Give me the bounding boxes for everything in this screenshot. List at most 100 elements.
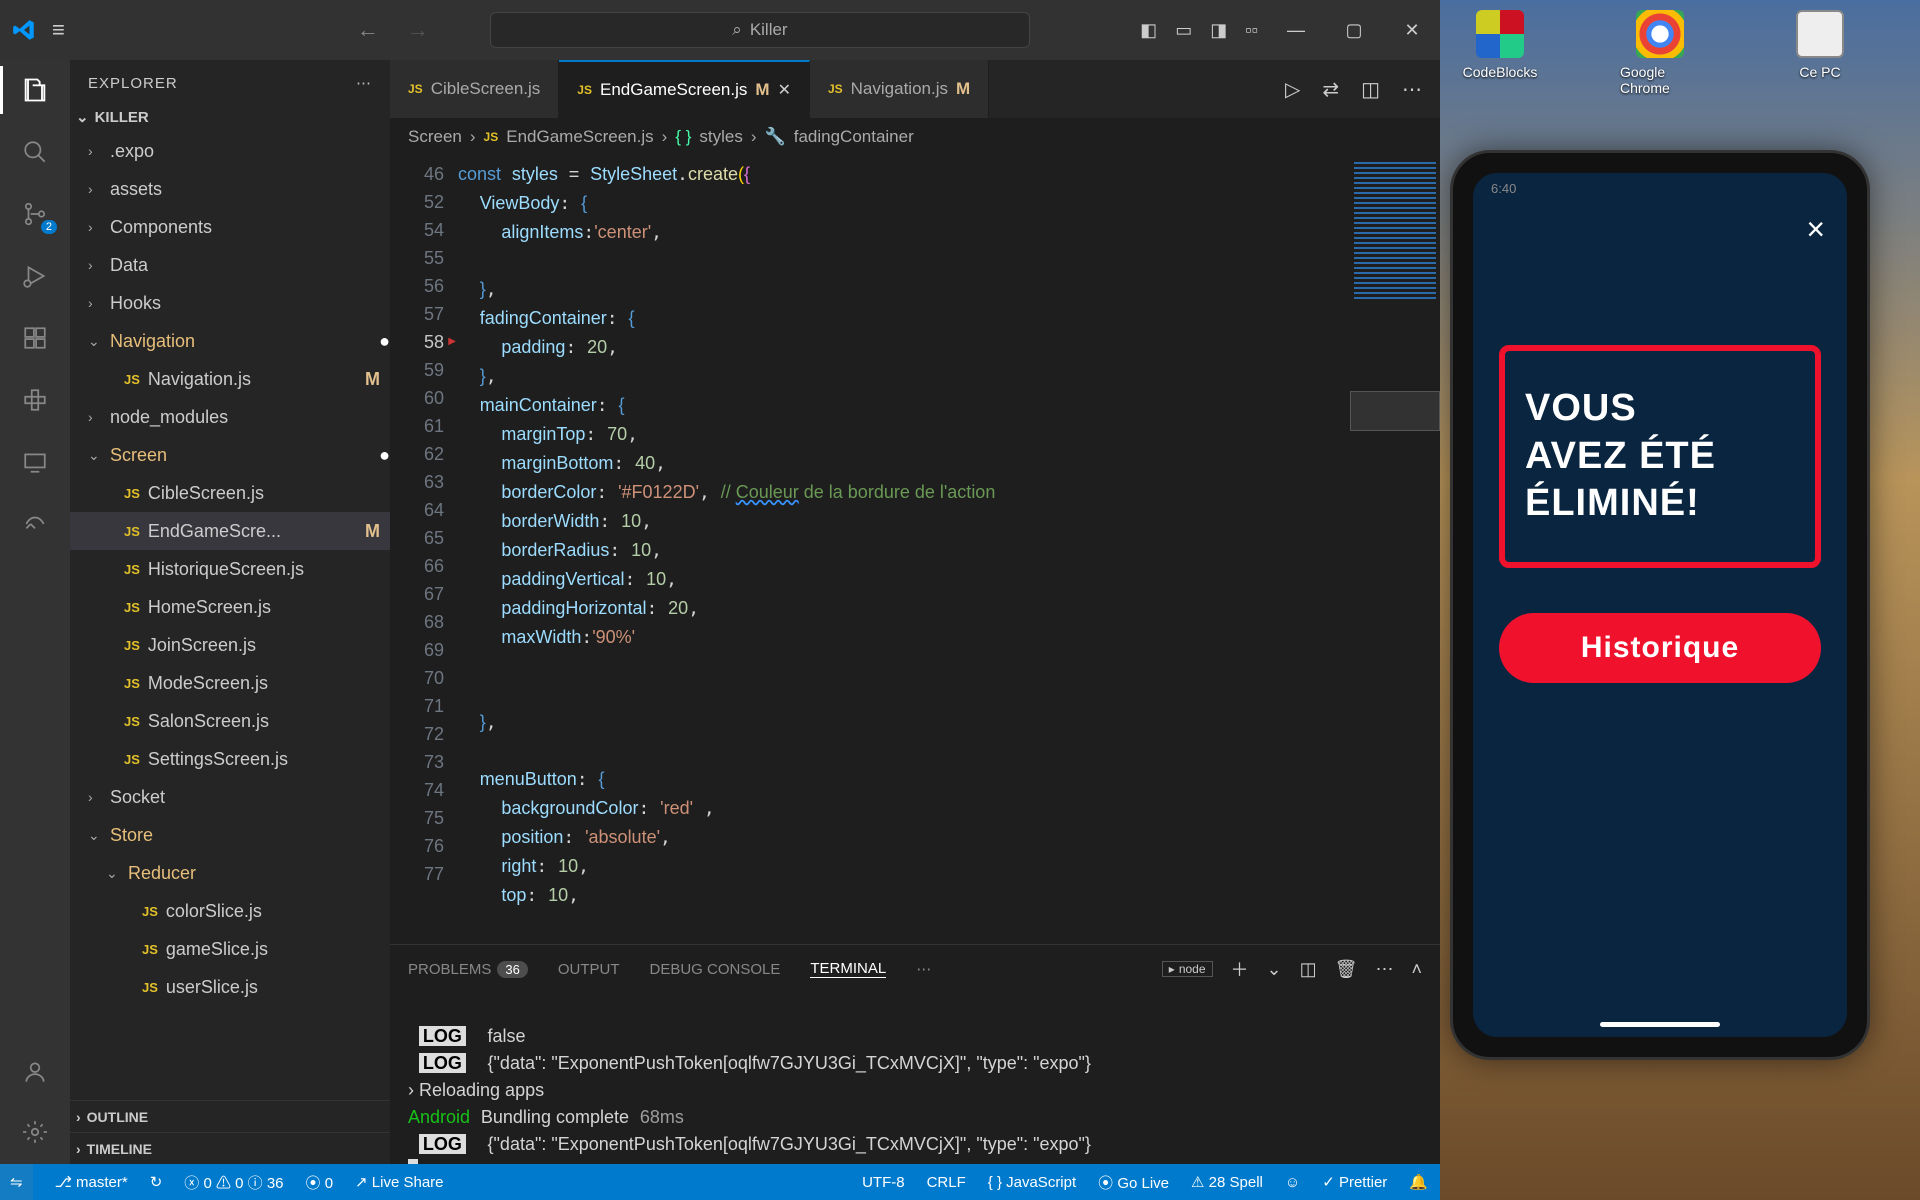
- eol[interactable]: CRLF: [927, 1174, 966, 1191]
- maximize-button[interactable]: ▢: [1334, 20, 1374, 41]
- file-item[interactable]: JSHomeScreen.js: [70, 588, 390, 626]
- breadcrumb-item[interactable]: styles: [699, 127, 742, 147]
- trash-icon[interactable]: 🗑: [1335, 959, 1358, 980]
- chevron-up-icon[interactable]: ˄: [1411, 959, 1422, 980]
- historique-button[interactable]: Historique: [1499, 613, 1821, 683]
- folder-item[interactable]: ⌄Reducer: [70, 854, 390, 892]
- breadcrumbs[interactable]: Screen› JS EndGameScreen.js› { } styles›…: [390, 118, 1440, 156]
- nav-back-icon[interactable]: ←: [357, 17, 379, 43]
- debug-icon[interactable]: [19, 260, 51, 292]
- split-editor-icon[interactable]: ◫: [1361, 77, 1380, 102]
- folder-item[interactable]: ⌄Screen●: [70, 436, 390, 474]
- nav-forward-icon[interactable]: →: [407, 17, 429, 43]
- vscode-window: ≡ ← → ⌕ Killer ◧ ▭ ◨ ▫▫ — ▢ ✕ 2: [0, 0, 1440, 1200]
- terminal[interactable]: LOG false LOG {"data": "ExponentPushToke…: [390, 993, 1440, 1164]
- new-terminal-icon[interactable]: ＋: [1231, 956, 1249, 982]
- tab-problems[interactable]: PROBLEMS36: [408, 961, 528, 978]
- account-icon[interactable]: [19, 1056, 51, 1088]
- code-editor[interactable]: const styles = StyleSheet.create({ ViewB…: [458, 156, 1350, 944]
- file-item[interactable]: JSNavigation.jsM: [70, 360, 390, 398]
- file-item[interactable]: JSHistoriqueScreen.js: [70, 550, 390, 588]
- folder-item[interactable]: ›Hooks: [70, 284, 390, 322]
- file-item[interactable]: JSgameSlice.js: [70, 930, 390, 968]
- timeline-section[interactable]: ›TIMELINE: [70, 1132, 390, 1164]
- phone-screen: 6:40 × Vous Avez été éliminé! Historique: [1473, 173, 1847, 1037]
- file-item[interactable]: JSSettingsScreen.js: [70, 740, 390, 778]
- encoding[interactable]: UTF-8: [862, 1174, 905, 1191]
- folder-item[interactable]: ›Data: [70, 246, 390, 284]
- sync-icon[interactable]: ↻: [150, 1173, 163, 1191]
- file-item[interactable]: JSSalonScreen.js: [70, 702, 390, 740]
- explorer-icon[interactable]: [19, 74, 51, 106]
- breadcrumb-item[interactable]: fadingContainer: [794, 127, 914, 147]
- python-icon[interactable]: [19, 384, 51, 416]
- more-icon[interactable]: ⋯: [1375, 959, 1393, 980]
- folder-item[interactable]: ⌄Store: [70, 816, 390, 854]
- file-item[interactable]: JScolorSlice.js: [70, 892, 390, 930]
- layout-panel-icon[interactable]: ▭: [1175, 20, 1192, 41]
- desktop-icon-pc[interactable]: Ce PC: [1780, 10, 1860, 96]
- minimize-button[interactable]: —: [1276, 20, 1316, 41]
- explorer-root[interactable]: ⌄KILLER: [70, 102, 390, 132]
- folder-item[interactable]: ›Socket: [70, 778, 390, 816]
- folder-item[interactable]: ›Components: [70, 208, 390, 246]
- minimap[interactable]: [1350, 156, 1440, 944]
- desktop-icon-codeblocks[interactable]: CodeBlocks: [1460, 10, 1540, 96]
- file-item[interactable]: JSCibleScreen.js: [70, 474, 390, 512]
- editor-tab[interactable]: JSNavigation.jsM: [810, 60, 989, 118]
- folder-item[interactable]: ›node_modules: [70, 398, 390, 436]
- layout-primary-icon[interactable]: ◧: [1140, 20, 1157, 41]
- status-radio[interactable]: ⦿ 0: [306, 1172, 334, 1193]
- chevron-down-icon[interactable]: ⌄: [1267, 959, 1282, 980]
- home-handle[interactable]: [1600, 1022, 1720, 1027]
- settings-gear-icon[interactable]: [19, 1116, 51, 1148]
- file-item[interactable]: JSModeScreen.js: [70, 664, 390, 702]
- share-icon[interactable]: [19, 508, 51, 540]
- status-errors[interactable]: ⓧ 0 ⚠ 0 ⓘ 36: [184, 1172, 283, 1193]
- close-icon[interactable]: ✕: [778, 80, 791, 100]
- editor-tab[interactable]: JSEndGameScreen.jsM✕: [559, 60, 810, 118]
- folder-item[interactable]: ⌄Navigation●: [70, 322, 390, 360]
- notifications-icon[interactable]: 🔔: [1409, 1173, 1428, 1191]
- js-icon: JS: [408, 82, 423, 96]
- more-icon[interactable]: ⋯: [916, 960, 931, 978]
- file-item[interactable]: JSEndGameScre...M: [70, 512, 390, 550]
- close-icon[interactable]: ×: [1806, 211, 1825, 248]
- command-center[interactable]: ⌕ Killer: [490, 12, 1030, 48]
- remote-icon[interactable]: [19, 446, 51, 478]
- run-icon[interactable]: ▷: [1285, 77, 1300, 102]
- gutter[interactable]: 4652545556575859606162636465666768697071…: [390, 156, 458, 944]
- go-live[interactable]: ⦿ Go Live: [1098, 1172, 1169, 1193]
- more-icon[interactable]: ⋯: [356, 74, 372, 92]
- tab-terminal[interactable]: TERMINAL: [810, 960, 886, 978]
- editor-tab[interactable]: JSCibleScreen.js: [390, 60, 559, 118]
- source-control-icon[interactable]: 2: [19, 198, 51, 230]
- tab-output[interactable]: OUTPUT: [558, 961, 620, 978]
- live-share[interactable]: ↗ Live Share: [355, 1173, 443, 1191]
- feedback-icon[interactable]: ☺: [1285, 1174, 1300, 1191]
- desktop-icon-chrome[interactable]: Google Chrome: [1620, 10, 1700, 96]
- git-compare-icon[interactable]: ⇄: [1322, 77, 1339, 102]
- outline-section[interactable]: ›OUTLINE: [70, 1100, 390, 1132]
- layout-customize-icon[interactable]: ▫▫: [1245, 20, 1258, 41]
- layout-secondary-icon[interactable]: ◨: [1210, 20, 1227, 41]
- remote-indicator[interactable]: ⇋: [0, 1164, 33, 1200]
- language-mode[interactable]: { } JavaScript: [988, 1174, 1076, 1191]
- breadcrumb-item[interactable]: Screen: [408, 127, 462, 147]
- search-icon[interactable]: [19, 136, 51, 168]
- prettier[interactable]: ✓ Prettier: [1322, 1173, 1387, 1191]
- extensions-icon[interactable]: [19, 322, 51, 354]
- file-item[interactable]: JSuserSlice.js: [70, 968, 390, 1006]
- breadcrumb-item[interactable]: EndGameScreen.js: [506, 127, 653, 147]
- folder-item[interactable]: ›assets: [70, 170, 390, 208]
- folder-item[interactable]: ›.expo: [70, 132, 390, 170]
- git-branch[interactable]: ⎇ master*: [55, 1173, 128, 1191]
- file-item[interactable]: JSJoinScreen.js: [70, 626, 390, 664]
- terminal-profile[interactable]: ▸ node: [1162, 961, 1213, 977]
- close-button[interactable]: ✕: [1392, 20, 1432, 41]
- split-terminal-icon[interactable]: ◫: [1300, 959, 1317, 980]
- menu-icon[interactable]: ≡: [52, 17, 65, 43]
- spell-check[interactable]: ⚠ 28 Spell: [1191, 1173, 1263, 1191]
- tab-debug-console[interactable]: DEBUG CONSOLE: [650, 961, 781, 978]
- more-icon[interactable]: ⋯: [1402, 77, 1422, 102]
